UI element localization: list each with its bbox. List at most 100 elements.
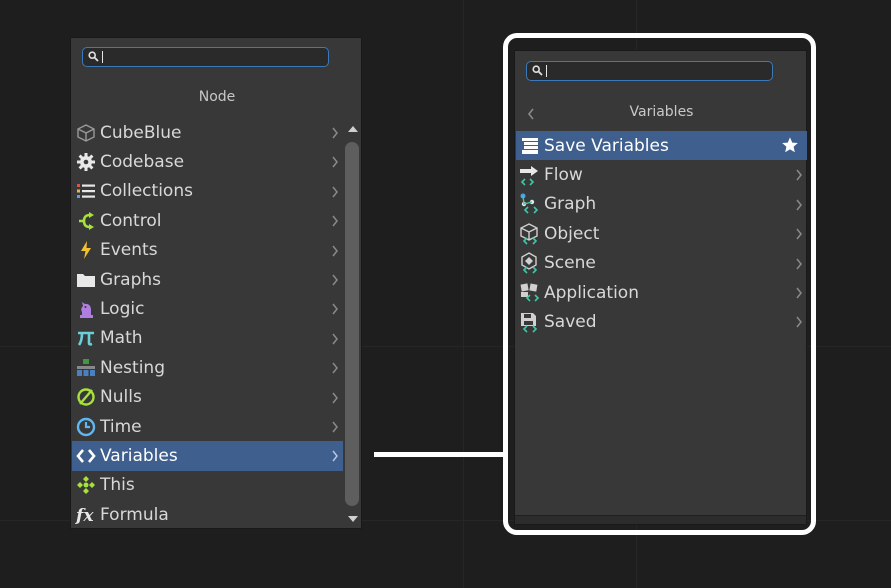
- variable-kind-list: Save Variables Flow Graph Object Scene A…: [516, 131, 807, 337]
- scroll-up-icon[interactable]: [347, 124, 359, 134]
- code-brackets-icon: [74, 445, 98, 467]
- connector-line: [374, 452, 505, 457]
- item-label: Variables: [100, 445, 178, 466]
- chevron-right-icon: [796, 287, 802, 299]
- list-item-logic[interactable]: Logic: [72, 294, 343, 323]
- fx-icon: fx: [74, 504, 98, 526]
- list-item-graphs[interactable]: Graphs: [72, 265, 343, 294]
- item-label: Scene: [544, 253, 596, 274]
- list-item-this[interactable]: This: [72, 471, 343, 500]
- chevron-right-icon: [796, 169, 802, 181]
- item-label: Time: [100, 416, 142, 437]
- svg-text:fx: fx: [75, 506, 94, 525]
- item-label: Save Variables: [544, 135, 669, 156]
- text-caret: [102, 51, 103, 63]
- list-item-control[interactable]: Control: [72, 206, 343, 235]
- grid-line: [463, 0, 464, 588]
- folder-icon: [74, 269, 98, 291]
- list-item-save-variables[interactable]: Save Variables: [516, 131, 807, 161]
- item-label: Collections: [100, 181, 193, 202]
- item-label: CubeBlue: [100, 122, 182, 143]
- item-label: This: [100, 475, 135, 496]
- item-label: Saved: [544, 312, 597, 333]
- text-caret: [546, 65, 547, 77]
- flow-variable-icon: [518, 164, 542, 186]
- list-item-formula[interactable]: fx Formula: [72, 500, 343, 529]
- item-label: Events: [100, 240, 158, 261]
- application-variable-icon: [518, 282, 542, 304]
- chevron-right-icon: [796, 316, 802, 328]
- item-label: Nesting: [100, 357, 165, 378]
- list-item-events[interactable]: Events: [72, 236, 343, 265]
- search-icon: [88, 51, 99, 62]
- scene-variable-icon: [518, 252, 542, 274]
- clock-icon: [74, 416, 98, 438]
- chevron-right-icon: [332, 362, 338, 374]
- list-item-scene[interactable]: Scene: [516, 249, 807, 278]
- item-label: Formula: [100, 504, 169, 525]
- item-label: Graph: [544, 194, 597, 215]
- item-label: Math: [100, 328, 143, 349]
- search-icon: [532, 65, 543, 76]
- list-item-codebase[interactable]: Codebase: [72, 147, 343, 176]
- save-variables-icon: [518, 135, 542, 157]
- list-item-collections[interactable]: Collections: [72, 177, 343, 206]
- chevron-right-icon: [332, 186, 338, 198]
- search-input[interactable]: [526, 61, 773, 81]
- list-item-graph[interactable]: Graph: [516, 190, 807, 219]
- chevron-right-icon: [796, 258, 802, 270]
- chevron-right-icon: [332, 245, 338, 257]
- item-label: Graphs: [100, 269, 162, 290]
- chevron-right-icon: [332, 450, 338, 462]
- graph-variable-icon: [518, 193, 542, 215]
- item-label: Nulls: [100, 387, 142, 408]
- branch-icon: [74, 210, 98, 232]
- list-item-time[interactable]: Time: [72, 412, 343, 441]
- lightning-icon: [74, 239, 98, 261]
- scroll-thumb[interactable]: [345, 142, 359, 506]
- chevron-right-icon: [332, 156, 338, 168]
- chess-knight-icon: [74, 298, 98, 320]
- list-icon: [74, 180, 98, 202]
- item-label: Flow: [544, 165, 583, 186]
- object-variable-icon: [518, 223, 542, 245]
- category-list: CubeBlue Codebase Collections Control Ev…: [72, 118, 361, 529]
- null-icon: [74, 386, 98, 408]
- chevron-right-icon: [332, 421, 338, 433]
- list-item-application[interactable]: Application: [516, 278, 807, 307]
- chevron-right-icon: [796, 228, 802, 240]
- panel-title: Variables: [629, 104, 694, 120]
- nesting-icon: [74, 357, 98, 379]
- panel-footer: [515, 515, 806, 524]
- item-label: Logic: [100, 299, 145, 320]
- chevron-right-icon: [332, 392, 338, 403]
- list-item-math[interactable]: Math: [72, 324, 343, 353]
- item-label: Object: [544, 223, 600, 244]
- node-fuzzy-finder-panel: Node CubeBlue Codebase Collections Contr…: [70, 37, 362, 529]
- chevron-right-icon: [332, 215, 338, 227]
- list-item-variables[interactable]: Variables: [72, 441, 343, 471]
- scroll-down-icon[interactable]: [347, 514, 359, 524]
- item-label: Control: [100, 210, 162, 231]
- list-item-object[interactable]: Object: [516, 219, 807, 248]
- star-icon[interactable]: [781, 136, 799, 154]
- list-item-cubeblue[interactable]: CubeBlue: [72, 118, 343, 147]
- pi-icon: [74, 327, 98, 349]
- variables-fuzzy-finder-panel: Variables Save Variables Flow Graph Obje…: [514, 50, 807, 525]
- saved-variable-icon: [518, 311, 542, 333]
- list-item-nesting[interactable]: Nesting: [72, 353, 343, 382]
- chevron-right-icon: [332, 303, 338, 315]
- gear-icon: [74, 151, 98, 173]
- item-label: Application: [544, 282, 639, 303]
- chevron-right-icon: [332, 333, 338, 345]
- list-item-saved[interactable]: Saved: [516, 307, 807, 336]
- chevron-right-icon: [332, 127, 338, 139]
- panel-title: Node: [198, 89, 236, 105]
- chevron-right-icon: [796, 199, 802, 211]
- this-icon: [74, 474, 98, 496]
- cube-icon: [74, 122, 98, 144]
- list-item-nulls[interactable]: Nulls: [72, 383, 343, 412]
- item-label: Codebase: [100, 152, 185, 173]
- search-input[interactable]: [82, 47, 329, 67]
- list-item-flow[interactable]: Flow: [516, 160, 807, 189]
